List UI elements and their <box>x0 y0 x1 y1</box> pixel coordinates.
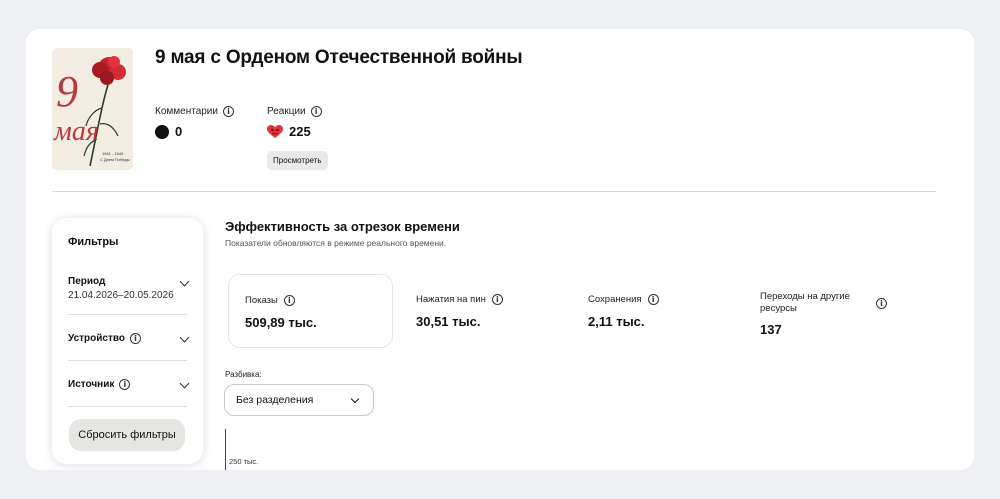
reactions-label: Реакции <box>267 106 306 117</box>
metric-card-outbound-clicks[interactable]: Переходы на другие ресурсы i 137 <box>744 274 909 348</box>
metric-label: Сохранения <box>588 294 642 305</box>
cover-caption: С Днем Победы <box>100 157 130 162</box>
info-icon[interactable]: i <box>876 298 887 309</box>
reactions-count: 225 <box>289 124 311 139</box>
svg-text:мая: мая <box>53 116 99 147</box>
comments-stat-value: 0 <box>155 124 182 139</box>
period-value: 21.04.2026–20.05.2026 <box>68 290 174 301</box>
comment-bubble-icon <box>155 124 169 139</box>
filters-panel: Фильтры Период 21.04.2026–20.05.2026 Уст… <box>52 218 203 464</box>
metric-label: Нажатия на пин <box>416 294 486 305</box>
info-icon[interactable]: i <box>119 379 131 390</box>
performance-title: Эффективность за отрезок времени <box>225 219 460 234</box>
chart-y-tick-label: 250 тыс. <box>229 457 259 466</box>
reactions-stat-value: 225 <box>267 124 311 139</box>
metric-card-saves[interactable]: Сохранения i 2,11 тыс. <box>572 274 737 348</box>
period-label: Период <box>68 276 106 287</box>
metric-value: 137 <box>760 322 782 337</box>
comments-label: Комментарии <box>155 106 218 117</box>
breakdown-select[interactable]: Без разделения <box>224 384 374 416</box>
chevron-down-icon <box>350 394 360 404</box>
cover-years: 1941 - 1945 <box>102 151 124 156</box>
pin-cover-image[interactable]: 9 мая 1941 - 1945 С Днем Победы <box>52 48 133 170</box>
filter-divider <box>68 314 187 315</box>
metric-value: 509,89 тыс. <box>245 315 317 330</box>
info-icon[interactable]: i <box>491 294 503 305</box>
comments-stat-label: Комментарии i <box>155 106 234 117</box>
section-divider <box>52 191 936 192</box>
metric-value: 2,11 тыс. <box>588 314 645 329</box>
filters-title: Фильтры <box>68 236 119 248</box>
metric-label: Показы <box>245 295 278 306</box>
filter-period[interactable]: Период 21.04.2026–20.05.2026 <box>68 276 190 301</box>
metric-label: Переходы на другие ресурсы <box>760 291 850 314</box>
heart-eyes-icon <box>267 124 283 138</box>
pin-stats-card: 9 мая 1941 - 1945 С Днем Победы 9 мая с … <box>26 29 974 470</box>
metric-card-pin-clicks[interactable]: Нажатия на пин i 30,51 тыс. <box>400 274 565 348</box>
comments-count: 0 <box>175 124 183 139</box>
source-label: Источник <box>68 379 115 390</box>
pin-title: 9 мая с Орденом Отечественной войны <box>155 47 523 68</box>
metric-value: 30,51 тыс. <box>416 314 481 329</box>
device-label: Устройство <box>68 333 125 344</box>
performance-subtitle: Показатели обновляются в режиме реальног… <box>225 238 447 248</box>
reactions-stat-label: Реакции i <box>267 106 322 117</box>
reset-filters-button[interactable]: Сбросить фильтры <box>69 419 185 451</box>
chart-y-axis <box>225 429 226 470</box>
filter-source[interactable]: Источник i <box>68 378 190 390</box>
info-icon[interactable]: i <box>283 295 295 306</box>
info-icon[interactable]: i <box>647 294 659 305</box>
breakdown-value: Без разделения <box>236 394 314 406</box>
metric-card-impressions[interactable]: Показы i 509,89 тыс. <box>228 274 393 348</box>
filter-divider <box>68 360 187 361</box>
svg-text:9: 9 <box>56 67 78 116</box>
filter-device[interactable]: Устройство i <box>68 332 190 344</box>
breakdown-label: Разбивка: <box>225 370 262 379</box>
info-icon[interactable]: i <box>130 333 141 344</box>
info-icon[interactable]: i <box>310 106 322 117</box>
view-reactions-button[interactable]: Просмотреть <box>267 151 328 170</box>
info-icon[interactable]: i <box>222 106 234 117</box>
filter-divider <box>68 406 187 407</box>
